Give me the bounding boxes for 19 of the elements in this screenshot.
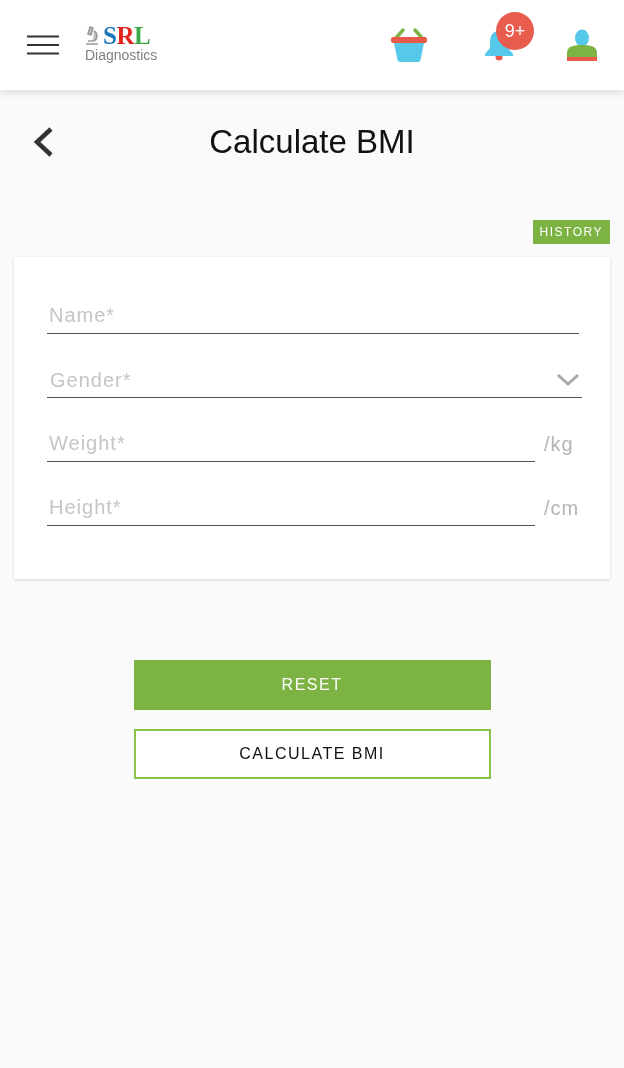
user-icon[interactable] (567, 29, 597, 61)
input-field[interactable]: Height* (47, 490, 535, 526)
reset-button[interactable]: RESET (133, 660, 491, 710)
input-field[interactable]: Name* (47, 298, 579, 334)
menu-icon[interactable] (27, 35, 59, 55)
page-title: Calculate BMI (208, 122, 416, 162)
unit-label: /cm (544, 496, 581, 521)
unit-label: /kg (544, 432, 575, 457)
notification-badge: 9+ (496, 12, 534, 50)
chevron-down-icon (556, 372, 580, 387)
history-button[interactable]: HISTORY (532, 220, 610, 244)
calculate-bmi-button[interactable]: CALCULATE BMI (133, 729, 491, 779)
logo-tagline: Diagnostics (85, 47, 158, 64)
select-field[interactable]: Gender* (47, 362, 582, 398)
microscope-icon (85, 26, 99, 46)
logo-wordmark: SRL (102, 26, 151, 46)
input-field[interactable]: Weight* (47, 426, 535, 462)
basket-icon[interactable] (391, 28, 427, 62)
back-icon[interactable] (32, 126, 54, 158)
